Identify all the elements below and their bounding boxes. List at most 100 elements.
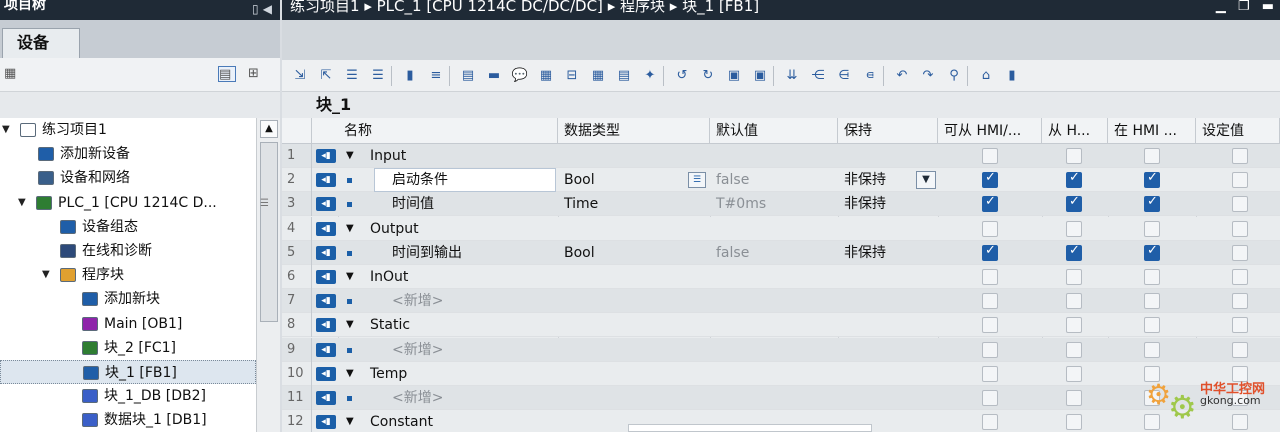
expand-arrow-icon[interactable]: ▼	[346, 313, 354, 337]
setpoint-checkbox[interactable]	[1232, 172, 1248, 189]
comment-icon[interactable]: 💬	[510, 67, 530, 85]
hmi-checkbox[interactable]	[982, 170, 998, 189]
tree-item[interactable]: 块_2 [FC1]	[0, 336, 256, 360]
hmi-checkbox[interactable]	[982, 390, 998, 406]
hmi-checkbox[interactable]	[1144, 243, 1160, 261]
hmi-checkbox[interactable]	[1066, 170, 1082, 189]
variable-name[interactable]: Static	[370, 313, 410, 337]
monitor-icon[interactable]: ▮	[400, 67, 420, 85]
tree-item[interactable]: 设备和网络	[0, 166, 256, 190]
back-icon[interactable]: ↶	[892, 67, 912, 85]
retain-cell[interactable]	[838, 338, 844, 362]
setpoint-checkbox[interactable]	[1232, 317, 1248, 334]
hmi-checkbox[interactable]	[982, 243, 998, 261]
tree-item[interactable]: ▼ PLC_1 [CPU 1214C D...	[0, 191, 256, 215]
add-new-placeholder[interactable]: <新增>	[392, 386, 443, 410]
breadcrumb-project[interactable]: 练习项目1	[290, 0, 360, 15]
default-value-cell[interactable]: false	[710, 168, 749, 192]
tree-item[interactable]: ▼ 练习项目1	[0, 118, 256, 142]
tree-item[interactable]: 数据块_1 [DB1]	[0, 408, 256, 432]
default-value-cell[interactable]	[710, 265, 716, 289]
setpoint-checkbox[interactable]	[1232, 148, 1248, 164]
hmi-checkbox[interactable]	[1066, 414, 1082, 431]
network-icon[interactable]: ▦	[536, 67, 556, 85]
tree-item[interactable]: 添加新块	[0, 287, 256, 311]
indent-icon[interactable]: ☰	[342, 67, 362, 85]
insert-row-icon[interactable]: ⇲	[290, 67, 310, 85]
setpoint-checkbox[interactable]	[1232, 293, 1248, 310]
list-icon[interactable]: ≡	[426, 67, 446, 85]
expand-arrow-icon[interactable]: ▼	[346, 265, 354, 289]
data-type-cell[interactable]: Bool	[558, 168, 595, 192]
align2-icon[interactable]: ⋳	[834, 67, 854, 85]
default-value-cell[interactable]: false	[710, 241, 749, 265]
default-value-cell[interactable]	[710, 386, 716, 410]
hmi-checkbox[interactable]	[1066, 148, 1082, 164]
column-header[interactable]: 保持	[838, 118, 938, 144]
retain-cell[interactable]: 非保持	[838, 168, 886, 192]
tree-item[interactable]: ▼ 程序块	[0, 263, 256, 287]
table-row[interactable]: 10 ◂▮ ▼ Temp	[282, 361, 1280, 386]
tree-item[interactable]: 块_1_DB [DB2]	[0, 384, 256, 408]
db-cylinder-icon[interactable]: ▮	[1002, 67, 1022, 85]
retain-cell[interactable]	[838, 217, 844, 241]
table-row[interactable]: 8 ◂▮ ▼ Static	[282, 313, 1280, 338]
align1-icon[interactable]: ⋲	[808, 67, 828, 85]
retain-cell[interactable]	[838, 144, 844, 168]
tree-item[interactable]: 在线和诊断	[0, 239, 256, 263]
breadcrumb-block[interactable]: 块_1 [FB1]	[682, 0, 759, 15]
hmi-checkbox[interactable]	[982, 194, 998, 213]
tab-devices[interactable]: 设备	[2, 28, 80, 58]
setpoint-checkbox[interactable]	[1232, 269, 1248, 285]
variable-name[interactable]: Temp	[370, 362, 407, 386]
column-header[interactable]: 默认值	[710, 118, 838, 144]
data-type-cell[interactable]	[558, 265, 564, 289]
default-value-cell[interactable]	[710, 362, 716, 386]
table-row[interactable]: 11 ◂▮ <新增>	[282, 386, 1280, 410]
column-header[interactable]: 在 HMI ...	[1108, 118, 1196, 144]
block-view-icon[interactable]: ▤	[458, 67, 478, 85]
tree-grid-icon[interactable]: ▦	[4, 66, 22, 82]
variable-name[interactable]: InOut	[370, 265, 408, 289]
hmi-checkbox[interactable]	[1144, 220, 1160, 237]
setpoint-checkbox[interactable]	[1232, 341, 1248, 358]
variable-name[interactable]: 时间值	[392, 192, 434, 216]
hmi-checkbox[interactable]	[1066, 293, 1082, 310]
data-type-cell[interactable]	[558, 144, 564, 168]
tree-item[interactable]: 添加新设备	[0, 142, 256, 166]
table-row[interactable]: 1 ◂▮ ▼ Input	[282, 144, 1280, 168]
tree-overview-icon[interactable]: ⊞	[248, 66, 266, 82]
expand-arrow-icon[interactable]: ▼	[2, 118, 10, 142]
star-icon[interactable]: ✦	[640, 67, 660, 85]
hmi-checkbox[interactable]	[982, 269, 998, 285]
snapshot-icon[interactable]: ▣	[724, 67, 744, 85]
hmi-checkbox[interactable]	[1066, 317, 1082, 334]
hmi-checkbox[interactable]	[1066, 243, 1082, 261]
hmi-checkbox[interactable]	[982, 220, 998, 237]
hmi-checkbox[interactable]	[982, 293, 998, 310]
table-row[interactable]: 6 ◂▮ ▼ InOut	[282, 265, 1280, 289]
retain-cell[interactable]	[838, 265, 844, 289]
tree-item[interactable]: 块_1 [FB1]	[0, 360, 256, 384]
data-type-cell[interactable]	[558, 386, 564, 410]
scroll-thumb[interactable]	[260, 142, 278, 322]
column-header[interactable]: 设定值	[1196, 118, 1280, 144]
hmi-checkbox[interactable]	[982, 317, 998, 334]
retain-cell[interactable]: 非保持	[838, 192, 886, 216]
download-icon[interactable]: ⇊	[782, 67, 802, 85]
retain-cell[interactable]	[838, 313, 844, 337]
tree-view-toggle-icon[interactable]: ▤	[218, 66, 236, 82]
breadcrumb-program-blocks[interactable]: 程序块	[620, 0, 665, 15]
minimize-icon[interactable]: ▁	[1216, 0, 1226, 14]
setpoint-checkbox[interactable]	[1232, 196, 1248, 213]
data-type-cell[interactable]	[558, 410, 564, 432]
data-type-cell[interactable]: Time	[558, 192, 598, 216]
hmi-checkbox[interactable]	[982, 341, 998, 358]
add-new-placeholder[interactable]: <新增>	[392, 338, 443, 362]
retain-cell[interactable]: 非保持	[838, 241, 886, 265]
data-type-picker-button[interactable]: ☰	[688, 172, 706, 189]
table-row[interactable]: 4 ◂▮ ▼ Output	[282, 216, 1280, 241]
retain-dropdown-button[interactable]: ▼	[916, 171, 936, 190]
data-type-cell[interactable]	[558, 217, 564, 241]
expand-arrow-icon[interactable]: ▼	[346, 362, 354, 386]
